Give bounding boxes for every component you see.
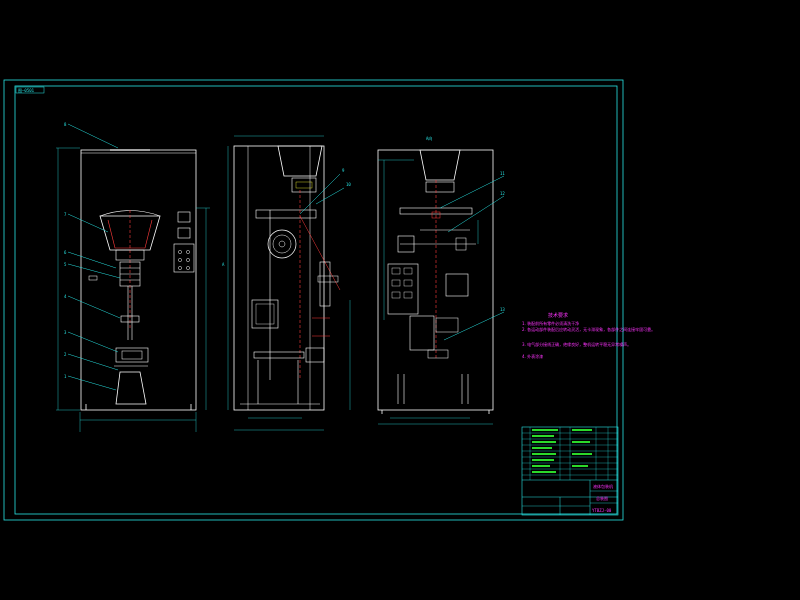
top-left-tag: 图—0501 [18,87,35,93]
part-label-13: 13 [500,307,505,312]
cad-drawing-canvas: 图—0501 8 7 6 5 4 3 2 1 9 10 A 11 12 13 A… [0,0,800,600]
tech-note-2: 2. 各运动部件装配后应转动灵活，无卡滞现象，各部件之间连接牢固可靠。 [522,326,655,332]
tech-notes-title: 技术要求 [548,312,568,319]
part-label-10: 10 [346,182,351,187]
tech-note-4: 4. 外表涂漆 [522,353,543,359]
view-label-a-direction: A向 [426,135,432,141]
part-label-12: 12 [500,191,505,196]
title-block-code: YTBZJ-00 [592,508,612,513]
tech-note-3: 3. 电气部分接线正确，绝缘良好，整机运转平稳无异常噪声。 [522,341,631,347]
tech-note-1: 1. 装配前所有零件必须清洗干净 [522,320,579,326]
background [0,0,800,600]
part-label-11: 11 [500,171,505,176]
title-block-drawing-title: 总装图 [596,495,608,501]
title-block-name: 液体包装机 [593,483,613,489]
